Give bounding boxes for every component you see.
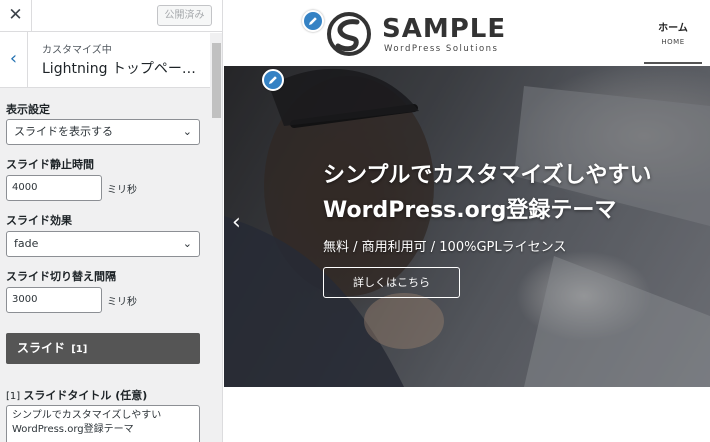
slide-title-label-text: スライドタイトル (任意) [23,389,148,402]
site-logo-icon[interactable] [324,10,374,58]
slide-title-prefix: [1] [6,391,21,402]
display-setting-label: 表示設定 [6,103,50,116]
edit-logo-pencil-icon[interactable] [302,10,324,32]
site-header: SAMPLE WordPress Solutions ホーム HOME [224,0,710,66]
edit-slide-pencil-icon[interactable] [262,69,284,91]
slide-section-label: スライド [17,341,66,355]
sidebar-scrollbar[interactable] [210,33,222,442]
slide-title-label: [1] スライドタイトル (任意) [6,387,147,403]
hero-title: シンプルでカスタマイズしやすい WordPress.org登録テーマ [323,158,703,228]
close-customizer-button[interactable]: ✕ [0,0,32,31]
slide-section-header[interactable]: スライド [1] [6,333,200,364]
panel-breadcrumb: カスタマイズ中 [42,45,112,56]
nav-home-label: ホーム [658,23,688,34]
panel-title: Lightning トップペー… [42,61,196,77]
slide-interval-label: スライド静止時間 [6,158,94,171]
nav-home-sublabel: HOME [661,38,685,46]
slide-title-textarea[interactable]: シンプルでカスタマイズしやすい WordPress.org登録テーマ [6,405,200,442]
scrollbar-thumb[interactable] [212,43,221,118]
publish-button[interactable]: 公開済み [157,5,212,26]
slider-prev-button[interactable]: ‹ [232,212,241,234]
slide-title-line1: シンプルでカスタマイズしやすい [12,410,162,421]
customizer-topbar: ✕ 公開済み [0,0,222,32]
site-logo-text[interactable]: SAMPLE [382,14,506,44]
customizer-sidebar: ✕ 公開済み ‹ カスタマイズ中 Lightning トップペー… 表示設定 ス… [0,0,223,442]
site-logo-subtitle: WordPress Solutions [384,44,499,54]
chevron-down-icon: ⌄ [182,237,192,250]
slide-section-index: [1] [71,344,88,355]
chevron-left-icon: ‹ [9,48,18,69]
display-setting-select[interactable]: スライドを表示する ⌄ [6,119,200,145]
slide-speed-label: スライド切り替え間隔 [6,270,116,283]
hero-title-line1: シンプルでカスタマイズしやすい [323,163,652,188]
slide-speed-unit: ミリ秒 [107,297,137,308]
site-preview: SAMPLE WordPress Solutions ホーム HOME ‹ シン… [224,0,710,442]
hero-details-button[interactable]: 詳しくはこちら [323,267,460,298]
chevron-down-icon: ⌄ [182,125,192,138]
hero-slider: ‹ シンプルでカスタマイズしやすい WordPress.org登録テーマ 無料 … [224,66,710,387]
nav-active-underline [644,62,702,64]
display-setting-value: スライドを表示する [14,125,113,138]
back-button[interactable]: ‹ [0,32,28,87]
hero-subtitle: 無料 / 商用利用可 / 100%GPLライセンス [323,240,567,255]
slide-interval-input[interactable]: 4000 [6,175,102,201]
slide-interval-unit: ミリ秒 [107,185,137,196]
hero-title-line2: WordPress.org登録テーマ [323,198,617,223]
slide-effect-select[interactable]: fade ⌄ [6,231,200,257]
slide-title-line2: WordPress.org登録テーマ [12,424,134,435]
panel-header: ‹ カスタマイズ中 Lightning トップペー… [0,32,222,88]
chevron-left-icon: ‹ [232,210,241,235]
slide-effect-label: スライド効果 [6,214,72,227]
slide-speed-input[interactable]: 3000 [6,287,102,313]
slide-effect-value: fade [14,237,39,250]
close-icon: ✕ [8,5,23,25]
